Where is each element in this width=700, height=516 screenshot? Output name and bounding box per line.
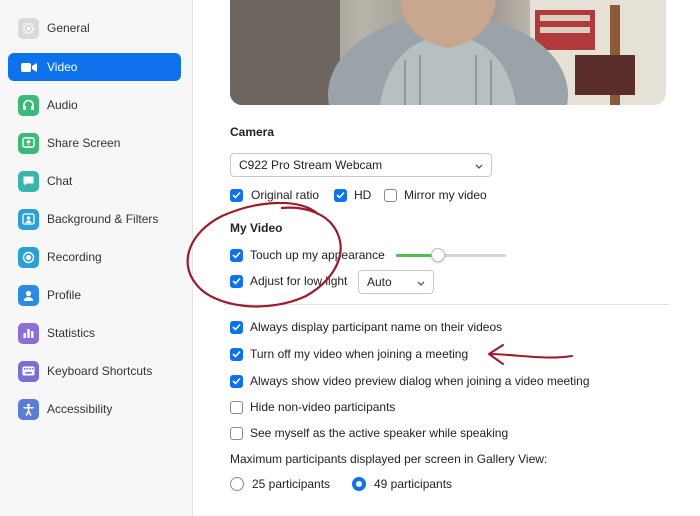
record-icon <box>18 246 39 268</box>
camera-preview <box>230 0 666 105</box>
sidebar-item-profile[interactable]: Profile <box>8 281 181 309</box>
mirror-video-option[interactable]: Mirror my video <box>384 188 487 202</box>
video-preview-label: Always show video preview dialog when jo… <box>250 374 590 388</box>
sidebar-item-label: Audio <box>47 98 78 112</box>
sidebar-item-statistics[interactable]: Statistics <box>8 319 181 347</box>
chat-bubble-icon <box>18 170 39 192</box>
active-speaker-option[interactable]: See myself as the active speaker while s… <box>230 426 508 440</box>
low-light-mode-select[interactable]: Auto <box>358 270 434 294</box>
background-person-icon <box>18 208 39 230</box>
camera-section-title: Camera <box>230 125 275 139</box>
touch-up-checkbox[interactable] <box>230 248 243 262</box>
gallery-view-label: Maximum participants displayed per scree… <box>230 452 548 466</box>
display-name-option[interactable]: Always display participant name on their… <box>230 320 502 334</box>
hd-label: HD <box>354 188 372 202</box>
video-camera-icon <box>18 57 39 78</box>
hide-non-video-label: Hide non-video participants <box>250 400 396 414</box>
sidebar-item-chat[interactable]: Chat <box>8 167 181 195</box>
sidebar-item-label: Keyboard Shortcuts <box>47 364 153 378</box>
low-light-label: Adjust for low light <box>250 274 348 288</box>
hide-non-video-option[interactable]: Hide non-video participants <box>230 400 395 414</box>
sidebar-item-label: Video <box>47 60 78 74</box>
slider-thumb[interactable] <box>431 248 445 262</box>
headphones-icon <box>18 94 39 116</box>
sidebar-item-audio[interactable]: Audio <box>8 91 181 119</box>
original-ratio-option[interactable]: Original ratio <box>230 188 319 202</box>
gallery-25-option[interactable]: 25 participants <box>230 477 330 491</box>
sidebar-item-accessibility[interactable]: Accessibility <box>8 395 181 423</box>
active-speaker-checkbox[interactable] <box>230 426 243 440</box>
section-divider <box>224 304 670 305</box>
sidebar-item-video[interactable]: Video <box>8 53 181 81</box>
sidebar-item-general[interactable]: General <box>8 14 181 42</box>
gallery-25-label: 25 participants <box>252 477 331 491</box>
touch-up-option[interactable]: Touch up my appearance <box>230 248 385 262</box>
sidebar-item-label: General <box>47 21 90 35</box>
original-ratio-checkbox[interactable] <box>230 188 243 202</box>
sidebar-item-recording[interactable]: Recording <box>8 243 181 271</box>
sidebar-item-label: Profile <box>47 288 82 302</box>
display-name-label: Always display participant name on their… <box>250 320 503 334</box>
sidebar-item-label: Background & Filters <box>47 212 159 226</box>
video-settings-panel: Camera C922 Pro Stream Webcam Original r… <box>194 0 700 516</box>
touch-up-label: Touch up my appearance <box>250 248 385 262</box>
low-light-option[interactable]: Adjust for low light <box>230 274 347 288</box>
hide-non-video-checkbox[interactable] <box>230 400 243 414</box>
turn-off-video-checkbox[interactable] <box>230 347 243 361</box>
sidebar-item-background-filters[interactable]: Background & Filters <box>8 205 181 233</box>
sidebar-item-label: Statistics <box>47 326 96 340</box>
chevron-down-icon <box>475 158 483 172</box>
turn-off-video-label: Turn off my video when joining a meeting <box>250 347 469 361</box>
video-preview-checkbox[interactable] <box>230 374 243 388</box>
sidebar-item-share-screen[interactable]: Share Screen <box>8 129 181 157</box>
mirror-video-checkbox[interactable] <box>384 188 397 202</box>
my-video-section-title: My Video <box>230 221 283 235</box>
camera-select-value: C922 Pro Stream Webcam <box>239 158 383 172</box>
profile-person-icon <box>18 284 39 306</box>
gallery-49-label: 49 participants <box>374 477 453 491</box>
sidebar-item-label: Recording <box>47 250 102 264</box>
keyboard-icon <box>18 360 39 382</box>
camera-select[interactable]: C922 Pro Stream Webcam <box>230 153 492 177</box>
accessibility-icon <box>18 398 39 420</box>
bar-chart-icon <box>18 322 39 344</box>
sidebar-item-label: Chat <box>47 174 73 188</box>
hd-option[interactable]: HD <box>334 188 371 202</box>
active-speaker-label: See myself as the active speaker while s… <box>250 426 509 440</box>
hd-checkbox[interactable] <box>334 188 347 202</box>
sidebar-item-keyboard-shortcuts[interactable]: Keyboard Shortcuts <box>8 357 181 385</box>
low-light-mode-value: Auto <box>367 275 392 289</box>
gallery-25-radio[interactable] <box>230 477 244 491</box>
low-light-checkbox[interactable] <box>230 274 243 288</box>
gallery-49-radio[interactable] <box>352 477 366 491</box>
sidebar-item-label: Share Screen <box>47 136 121 150</box>
mirror-video-label: Mirror my video <box>404 188 487 202</box>
settings-sidebar: General Video Audio Share Screen Chat Ba… <box>0 0 193 516</box>
original-ratio-label: Original ratio <box>251 188 320 202</box>
touch-up-slider[interactable] <box>396 248 506 262</box>
video-preview-option[interactable]: Always show video preview dialog when jo… <box>230 374 590 388</box>
gallery-49-option[interactable]: 49 participants <box>352 477 452 491</box>
display-name-checkbox[interactable] <box>230 320 243 334</box>
chevron-down-icon <box>417 275 425 289</box>
sidebar-item-label: Accessibility <box>47 402 113 416</box>
turn-off-video-option[interactable]: Turn off my video when joining a meeting <box>230 347 468 361</box>
gear-icon <box>18 17 39 39</box>
share-screen-icon <box>18 132 39 154</box>
